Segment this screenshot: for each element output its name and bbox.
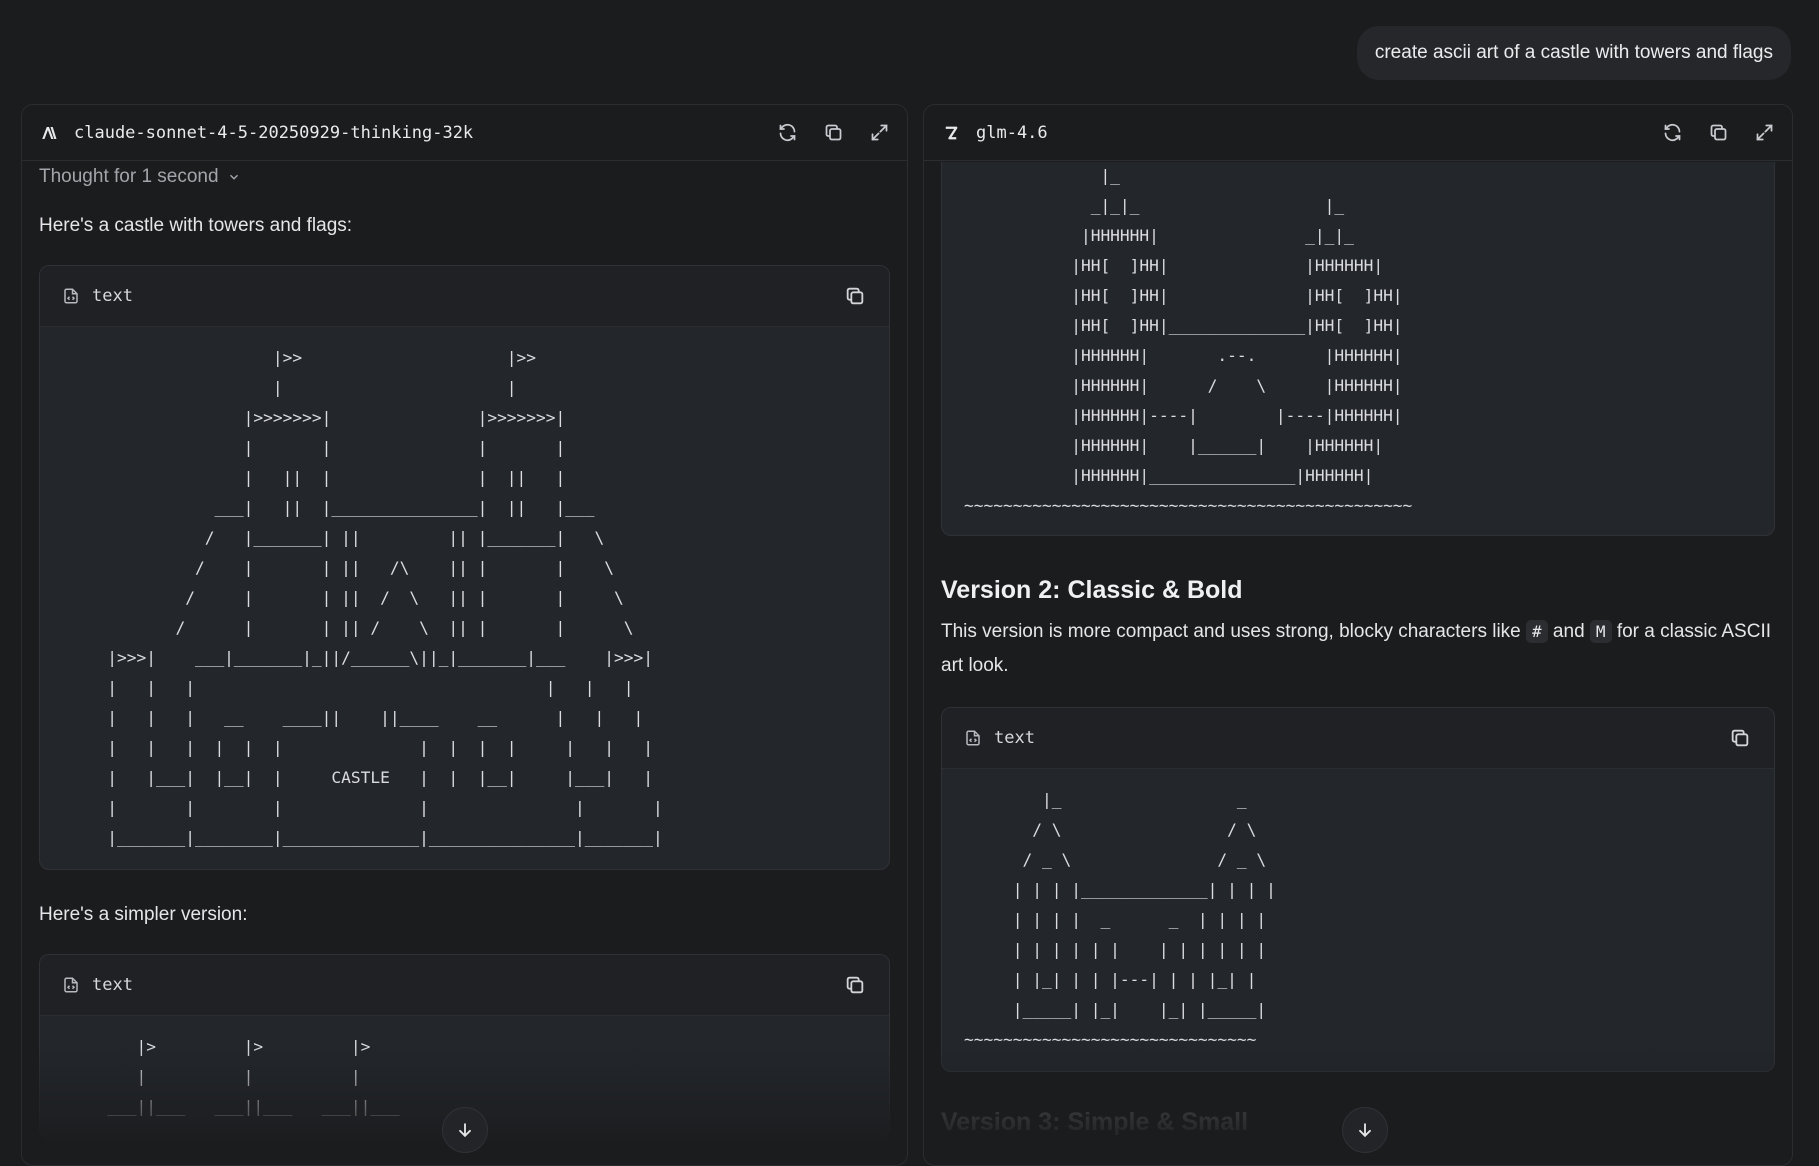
ascii-art-castle: |_ _|_|_ |_ |HHHHHH| _|_|_ |HH[ ]HH| |HH…: [964, 166, 1413, 515]
chevron-down-icon: [229, 174, 238, 180]
copy-code-icon[interactable]: [1728, 726, 1752, 750]
left-response-panel: claude-sonnet-4-5-20250929-thinking-32k …: [21, 104, 908, 1166]
right-panel-header: glm-4.6: [924, 105, 1792, 161]
code-block-header: text: [40, 954, 889, 1016]
inline-code-hash: #: [1526, 620, 1548, 643]
right-panel-body: |_ _|_|_ |_ |HHHHHH| _|_|_ |HH[ ]HH| |HH…: [924, 162, 1792, 1165]
regenerate-icon[interactable]: [1660, 121, 1684, 145]
model-name: claude-sonnet-4-5-20250929-thinking-32k: [74, 122, 474, 143]
code-language: text: [92, 974, 133, 995]
thought-toggle[interactable]: Thought for 1 second: [39, 162, 890, 192]
arrow-down-icon: [1359, 1123, 1371, 1138]
scroll-down-button[interactable]: [1342, 1107, 1388, 1153]
code-language: text: [994, 727, 1035, 748]
scroll-down-button[interactable]: [442, 1107, 488, 1153]
expand-icon[interactable]: [867, 121, 891, 145]
expand-icon[interactable]: [1752, 121, 1776, 145]
copy-code-icon[interactable]: [843, 284, 867, 308]
code-block-header: text: [942, 707, 1774, 769]
simpler-text: Here's a simpler version:: [39, 903, 248, 925]
zhipu-logo-icon: [940, 122, 962, 144]
copy-icon[interactable]: [1706, 121, 1730, 145]
ascii-art-castle-bold: |_ _ / \ / \ / _ \ / _ \ | | | |________…: [964, 789, 1276, 1049]
left-panel-body: Thought for 1 second Here's a castle wit…: [22, 162, 907, 1165]
code-block-v2: text |_ _ / \ / \ / _ \ / _ \ | | | |___…: [941, 706, 1775, 1072]
anthropic-logo-icon: [38, 122, 60, 144]
code-block-header: text: [40, 265, 889, 327]
version2-description: This version is more compact and uses st…: [941, 615, 1775, 683]
desc-text: This version is more compact and uses st…: [941, 621, 1527, 642]
version2-heading: Version 2: Classic & Bold: [941, 576, 1243, 604]
copy-code-icon[interactable]: [843, 973, 867, 997]
right-response-panel: glm-4.6 |_ _|_|_ |_ |HHHHHH| _|_|_ |HH[…: [923, 104, 1793, 1166]
file-code-icon: [964, 729, 982, 747]
inline-code-m: M: [1589, 620, 1612, 643]
regenerate-icon[interactable]: [775, 121, 799, 145]
copy-icon[interactable]: [821, 121, 845, 145]
thought-label: Thought for 1 second: [39, 166, 219, 187]
intro-text: Here's a castle with towers and flags:: [39, 215, 353, 236]
code-language: text: [92, 285, 133, 306]
left-panel-header: claude-sonnet-4-5-20250929-thinking-32k: [22, 105, 907, 161]
model-name: glm-4.6: [976, 122, 1048, 143]
desc-text: and: [1547, 621, 1590, 642]
code-block: |_ _|_|_ |_ |HHHHHH| _|_|_ |HH[ ]HH| |HH…: [941, 162, 1775, 536]
ascii-art-castle: |>> |>> | | |>>>>>>>| |>>>>>>>| | | | | …: [107, 347, 663, 847]
file-code-icon: [62, 976, 80, 994]
code-block: text |>> |>> | | |>>>>>>>| |>>>>>>>| | |…: [39, 264, 890, 870]
file-code-icon: [62, 287, 80, 305]
user-message-bubble: create ascii art of a castle with towers…: [1356, 26, 1791, 80]
user-message-text: create ascii art of a castle with towers…: [1374, 42, 1773, 63]
arrow-down-icon: [459, 1123, 471, 1138]
